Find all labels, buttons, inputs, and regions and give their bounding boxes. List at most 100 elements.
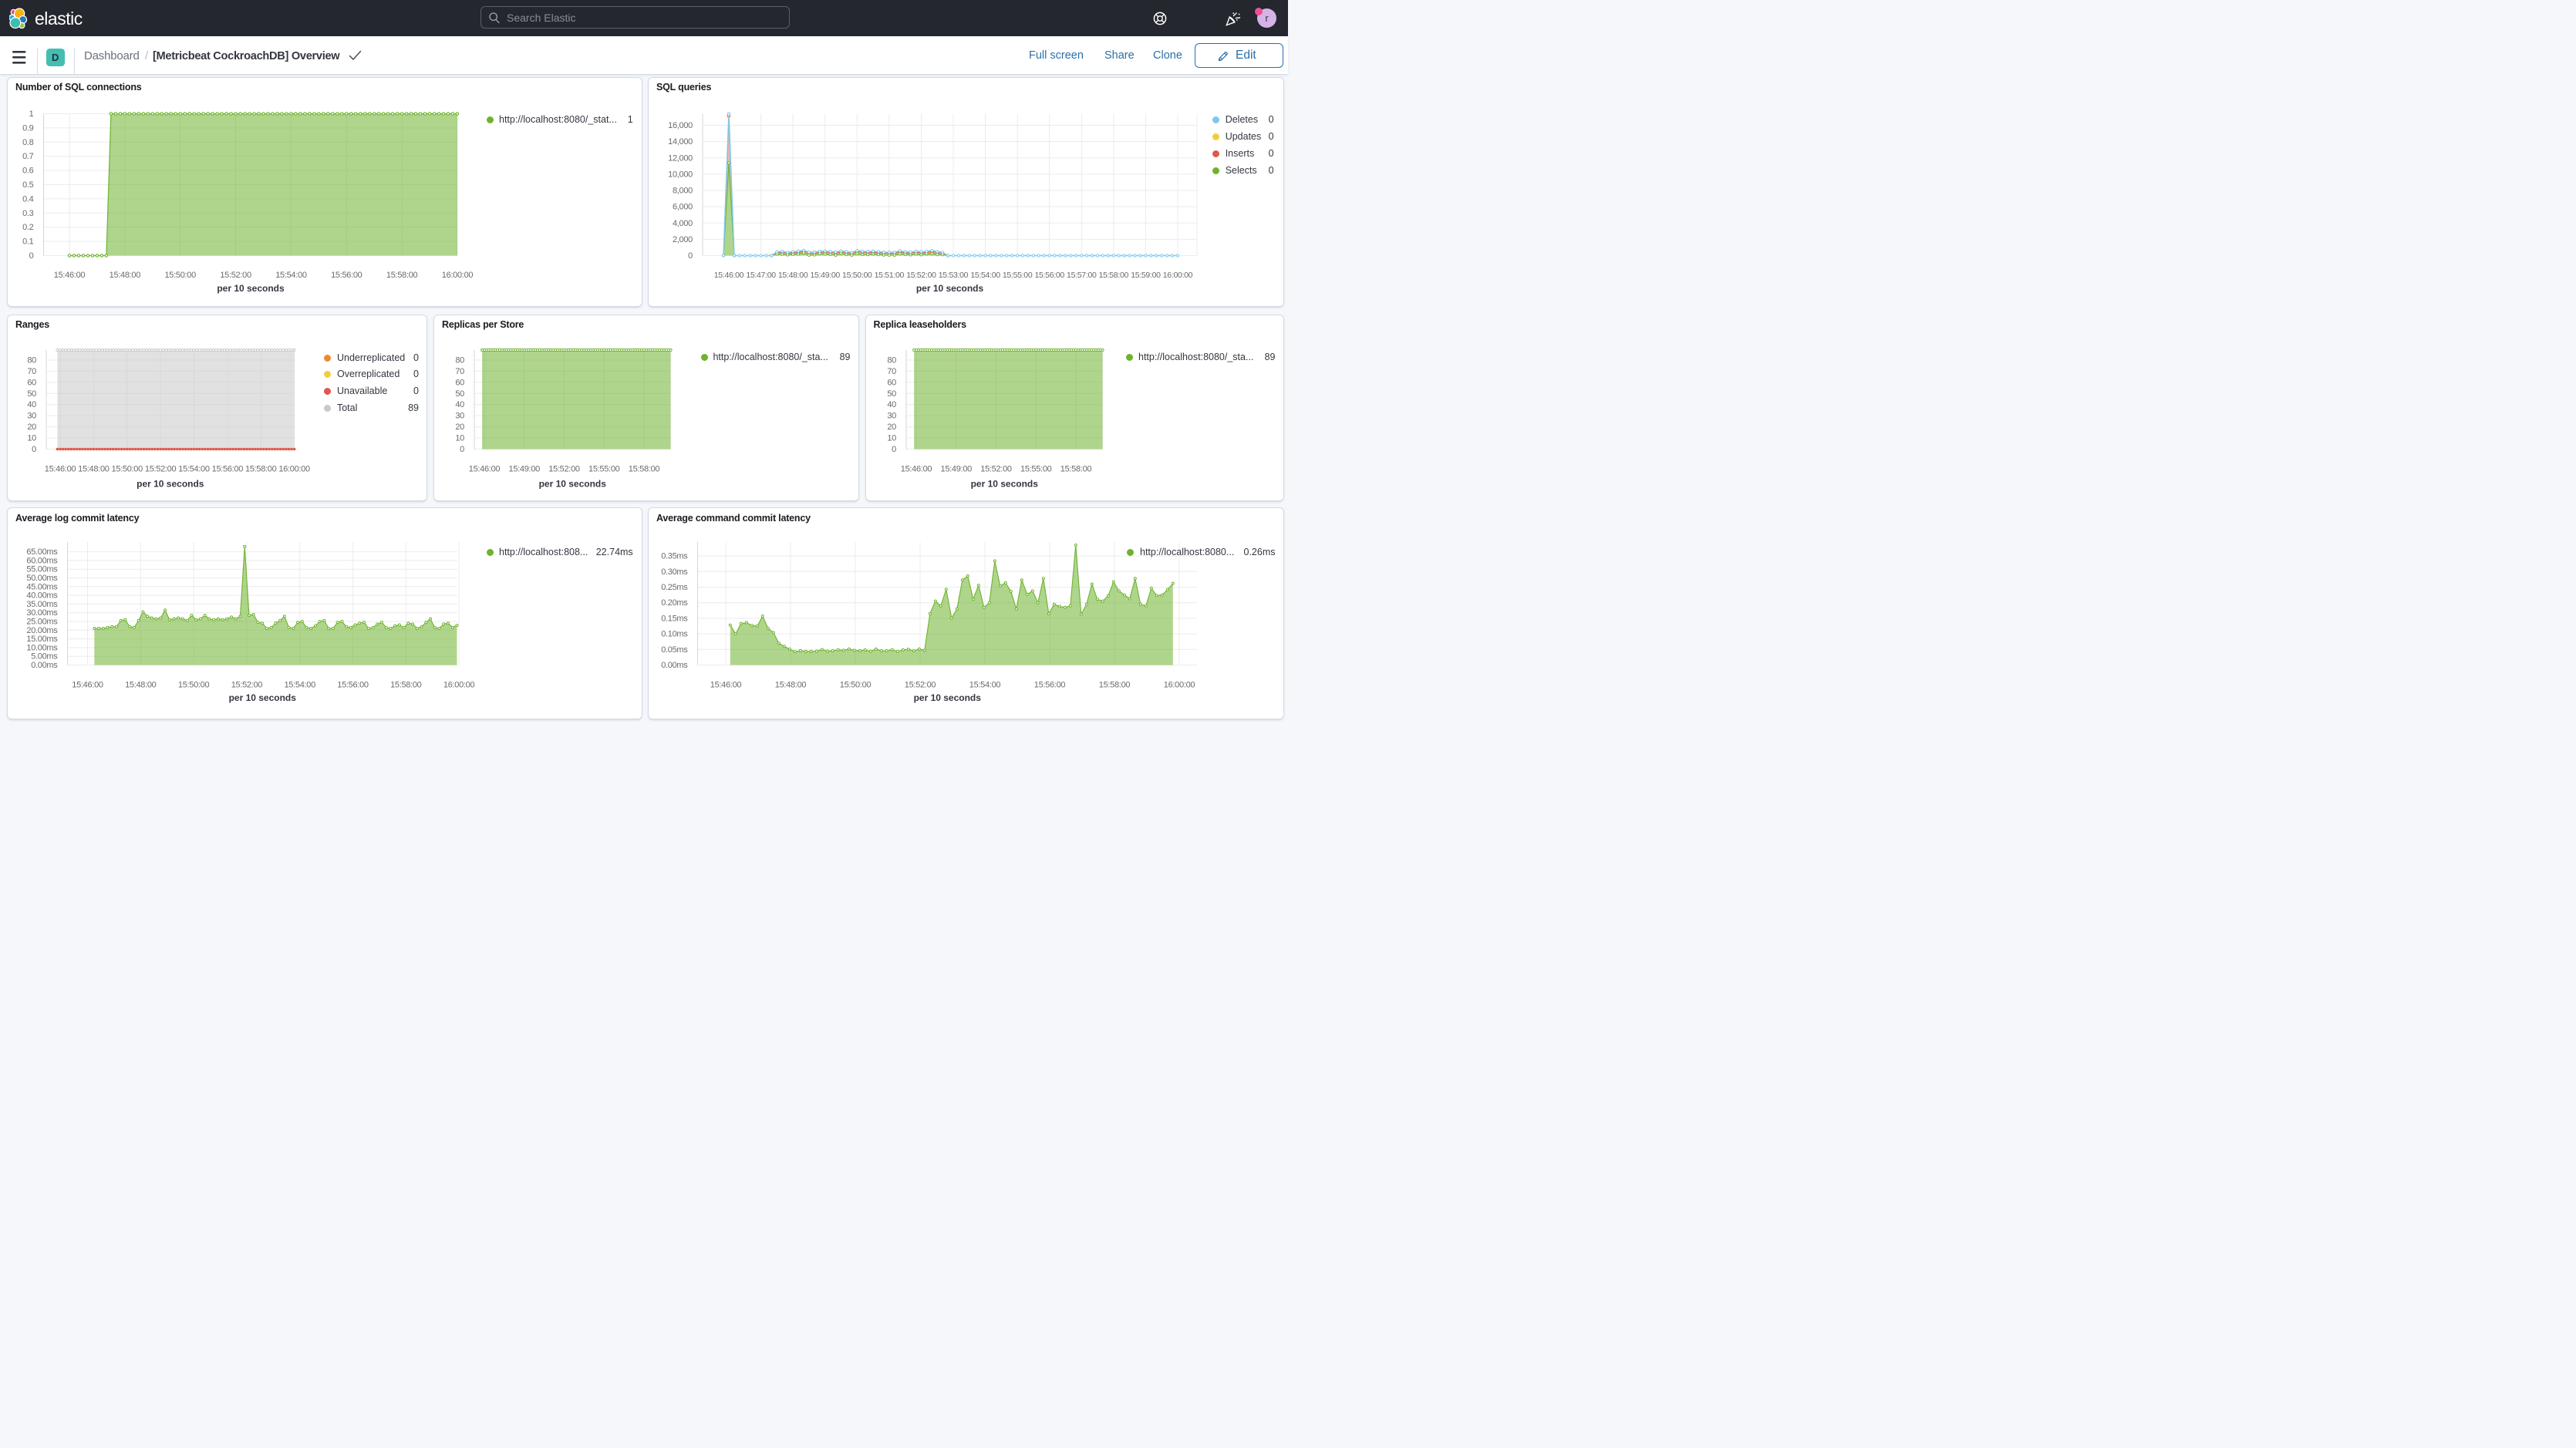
svg-text:per 10 seconds: per 10 seconds [137,478,204,489]
svg-text:0.1: 0.1 [22,237,34,246]
svg-text:0.15ms: 0.15ms [661,614,688,623]
svg-text:15:46:00: 15:46:00 [72,680,103,689]
svg-text:15:56:00: 15:56:00 [1034,271,1064,280]
svg-text:15:56:00: 15:56:00 [337,680,369,689]
svg-text:15:46:00: 15:46:00 [710,680,742,689]
svg-text:16:00:00: 16:00:00 [1164,680,1195,689]
svg-text:15:52:00: 15:52:00 [980,464,1012,473]
svg-text:35.00ms: 35.00ms [26,600,58,609]
svg-text:60: 60 [455,378,464,387]
svg-text:0.35ms: 0.35ms [661,552,688,561]
svg-text:0: 0 [460,445,464,454]
svg-text:15:58:00: 15:58:00 [1060,464,1091,473]
svg-text:50: 50 [887,389,896,398]
svg-text:40: 40 [27,400,36,409]
svg-text:0.2: 0.2 [22,223,34,232]
svg-text:15:58:00: 15:58:00 [629,464,660,473]
svg-text:40: 40 [455,400,464,409]
svg-text:10: 10 [27,433,36,443]
svg-text:15:52:00: 15:52:00 [906,271,936,280]
svg-text:15:54:00: 15:54:00 [969,680,1001,689]
svg-text:per 10 seconds: per 10 seconds [539,478,607,489]
svg-text:0: 0 [892,445,896,454]
svg-text:16:00:00: 16:00:00 [1163,271,1193,280]
svg-text:50: 50 [27,389,36,398]
svg-text:15:55:00: 15:55:00 [1003,271,1033,280]
svg-text:15:51:00: 15:51:00 [875,271,905,280]
svg-text:per 10 seconds: per 10 seconds [229,692,297,703]
svg-text:15.00ms: 15.00ms [26,635,58,644]
svg-text:70: 70 [27,366,36,375]
svg-text:15:54:00: 15:54:00 [284,680,315,689]
svg-text:15:54:00: 15:54:00 [275,271,307,280]
svg-text:15:58:00: 15:58:00 [1099,680,1131,689]
svg-text:per 10 seconds: per 10 seconds [970,478,1038,489]
svg-text:0.00ms: 0.00ms [31,661,58,670]
svg-text:0.8: 0.8 [22,137,34,146]
svg-text:0.30ms: 0.30ms [661,567,688,577]
svg-text:70: 70 [887,366,896,375]
svg-text:15:52:00: 15:52:00 [220,271,251,280]
svg-text:0.20ms: 0.20ms [661,598,688,608]
svg-text:15:50:00: 15:50:00 [842,271,872,280]
svg-text:15:58:00: 15:58:00 [1099,271,1129,280]
svg-text:45.00ms: 45.00ms [26,582,58,591]
svg-text:0.25ms: 0.25ms [661,583,688,592]
svg-text:15:49:00: 15:49:00 [509,464,541,473]
svg-text:15:56:00: 15:56:00 [212,464,244,473]
svg-text:10.00ms: 10.00ms [26,643,58,652]
svg-text:15:52:00: 15:52:00 [145,464,177,473]
svg-text:15:53:00: 15:53:00 [939,271,969,280]
svg-text:14,000: 14,000 [668,137,693,146]
svg-text:0.4: 0.4 [22,194,34,204]
svg-text:15:55:00: 15:55:00 [588,464,620,473]
svg-text:15:46:00: 15:46:00 [45,464,76,473]
svg-text:per 10 seconds: per 10 seconds [916,283,984,294]
svg-text:per 10 seconds: per 10 seconds [914,692,982,703]
svg-text:15:59:00: 15:59:00 [1131,271,1161,280]
svg-text:25.00ms: 25.00ms [26,618,58,627]
svg-text:0.10ms: 0.10ms [661,630,688,639]
svg-text:20: 20 [887,423,896,432]
svg-text:0: 0 [688,251,693,261]
svg-text:50.00ms: 50.00ms [26,574,58,583]
svg-text:15:57:00: 15:57:00 [1067,271,1097,280]
svg-text:0: 0 [29,251,34,261]
svg-text:0.6: 0.6 [22,166,34,175]
svg-text:10: 10 [455,433,464,443]
svg-text:15:50:00: 15:50:00 [840,680,872,689]
svg-text:0.00ms: 0.00ms [661,661,688,670]
svg-text:60: 60 [887,378,896,387]
svg-text:16,000: 16,000 [668,121,693,130]
svg-text:30: 30 [27,411,36,420]
svg-text:0.9: 0.9 [22,123,34,133]
svg-text:0.3: 0.3 [22,208,34,217]
svg-text:1: 1 [29,109,34,119]
svg-text:65.00ms: 65.00ms [26,547,58,557]
svg-text:15:58:00: 15:58:00 [245,464,277,473]
svg-text:16:00:00: 16:00:00 [278,464,310,473]
svg-text:15:55:00: 15:55:00 [1020,464,1052,473]
svg-text:4,000: 4,000 [673,218,693,227]
svg-text:20: 20 [455,423,464,432]
svg-text:0: 0 [32,445,36,454]
svg-text:10,000: 10,000 [668,170,693,179]
svg-text:15:54:00: 15:54:00 [970,271,1000,280]
svg-text:15:50:00: 15:50:00 [178,680,210,689]
svg-text:15:52:00: 15:52:00 [231,680,263,689]
svg-text:60.00ms: 60.00ms [26,556,58,565]
svg-text:0.7: 0.7 [22,152,34,161]
svg-text:12,000: 12,000 [668,153,693,163]
svg-text:0.05ms: 0.05ms [661,645,688,655]
svg-text:15:58:00: 15:58:00 [390,680,422,689]
svg-text:15:46:00: 15:46:00 [714,271,744,280]
svg-text:15:49:00: 15:49:00 [810,271,840,280]
svg-text:30: 30 [455,411,464,420]
svg-text:15:56:00: 15:56:00 [1034,680,1066,689]
svg-text:60: 60 [27,378,36,387]
svg-text:20.00ms: 20.00ms [26,626,58,635]
svg-text:0.5: 0.5 [22,180,34,190]
svg-text:15:56:00: 15:56:00 [331,271,362,280]
svg-text:30.00ms: 30.00ms [26,608,58,618]
svg-text:15:50:00: 15:50:00 [164,271,196,280]
